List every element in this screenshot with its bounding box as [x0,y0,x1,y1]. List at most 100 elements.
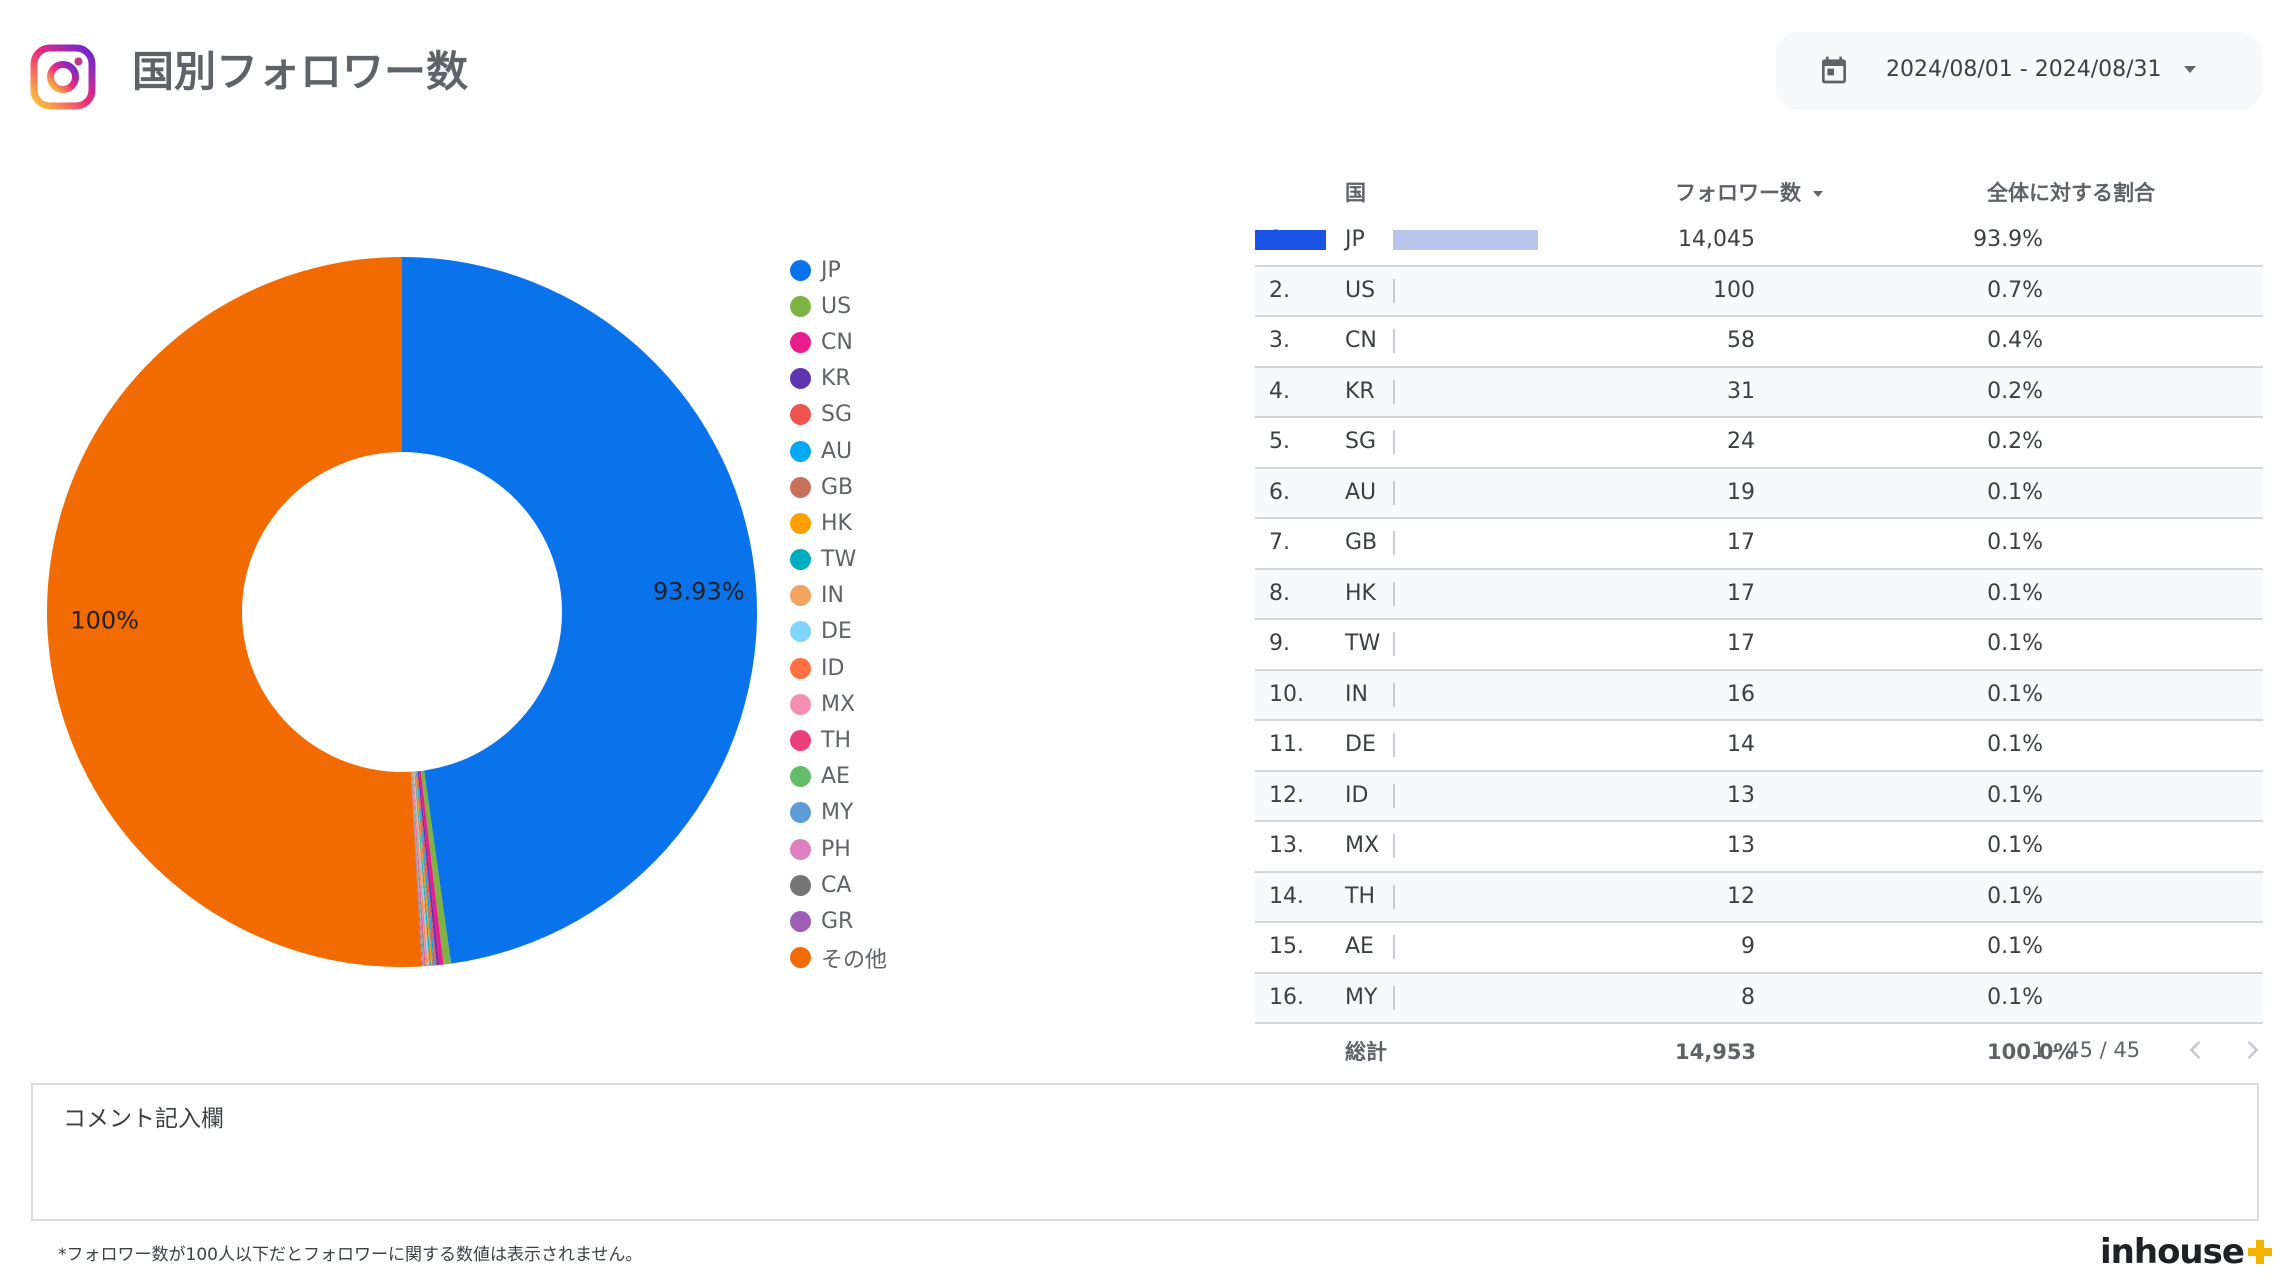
table-row[interactable]: 5. SG 24 0.2% [1255,418,2263,469]
legend-swatch [790,368,811,390]
legend-item[interactable]: ID [790,650,1030,686]
footnote: *フォロワー数が100人以下だとフォロワーに関する数値は表示されません。 [58,1245,643,1265]
legend-label: KR [821,366,851,392]
column-header-followers[interactable]: フォロワー数 [1675,170,1823,216]
row-share: 0.1% [1987,580,2043,606]
chevron-left-icon[interactable] [2182,1036,2210,1064]
share-bar [1393,783,1395,808]
table-row[interactable]: 11. DE 14 0.1% [1255,721,2263,772]
date-range-value: 2024/08/01 - 2024/08/31 [1886,57,2162,82]
table-row[interactable]: 1.JP14,04593.9% [1255,216,2263,267]
table-row[interactable]: 16. MY 8 0.1% [1255,973,2263,1024]
table-row[interactable]: 15. AE 9 0.1% [1255,923,2263,974]
row-followers: 17 [1727,631,1755,656]
row-index: 9. [1269,631,1290,656]
table-row[interactable]: 9. TW 17 0.1% [1255,620,2263,671]
row-followers: 14 [1727,732,1755,757]
legend-item[interactable]: MY [790,795,1030,831]
row-country: MX [1345,833,1380,858]
donut-slice-JP[interactable] [402,257,757,964]
table-row[interactable]: 13. MX 13 0.1% [1255,822,2263,873]
row-country: JP [1345,227,1365,252]
legend-swatch [790,440,811,462]
row-share: 0.1% [1987,883,2043,909]
totals-followers: 14,953 [1675,1040,1757,1064]
legend-item[interactable]: GB [790,469,1030,505]
row-followers: 8 [1741,984,1755,1010]
legend-item[interactable]: GR [790,903,1030,939]
comment-box[interactable]: コメント記入欄 [31,1083,2259,1221]
row-share: 0.1% [1987,479,2043,505]
legend-item[interactable]: TW [790,542,1030,578]
legend-item[interactable]: AU [790,433,1030,469]
legend-swatch [790,295,811,317]
legend-item[interactable]: IN [790,578,1030,614]
share-bar [1393,834,1395,858]
legend-swatch [790,874,811,896]
row-index: 7. [1269,530,1290,555]
row-index: 3. [1269,328,1290,353]
date-range-selector[interactable]: 2024/08/01 - 2024/08/31 [1776,32,2262,108]
legend-item[interactable]: JP [790,252,1030,288]
table-row[interactable]: 3. CN 58 0.4% [1255,317,2263,368]
legend-swatch [790,838,811,860]
legend-label: MX [821,691,856,717]
legend-item[interactable]: TH [790,722,1030,758]
legend-item[interactable]: KR [790,361,1030,397]
table-row[interactable]: 4. KR 31 0.2% [1255,367,2263,418]
row-share: 0.1% [1987,934,2043,959]
table-row[interactable]: 7. GB 17 0.1% [1255,519,2263,570]
table-body: 1.JP14,04593.9%2.US1000.7%3.CN580.4%4.KR… [1255,216,2263,1028]
table-row[interactable]: 2. US 100 0.7% [1255,266,2263,317]
row-share: 0.1% [1987,833,2043,858]
row-followers: 100 [1713,277,1755,303]
legend-item[interactable]: US [790,288,1030,324]
table-row[interactable]: 10. IN 16 0.1% [1255,670,2263,721]
legend-item[interactable]: CN [790,324,1030,360]
row-country: US [1345,277,1376,303]
table-row[interactable]: 12. ID 13 0.1% [1255,771,2263,822]
legend-label: その他 [821,947,888,973]
row-share: 93.9% [1973,227,2043,252]
legend-swatch [790,585,811,607]
legend-item[interactable]: その他 [790,940,1030,976]
column-header-share[interactable]: 全体に対する割合 [1987,170,2155,216]
share-bar [1393,379,1395,404]
legend-item[interactable]: HK [790,505,1030,541]
row-index: 6. [1269,479,1290,505]
inhouse-logo: inhouse [2100,1230,2274,1274]
row-country: SG [1345,429,1377,454]
table-row[interactable]: 14. TH 12 0.1% [1255,872,2263,923]
legend-item[interactable]: SG [790,397,1030,433]
legend-label: ID [821,655,845,681]
instagram-logo-icon [30,44,96,110]
legend-swatch [790,910,811,932]
row-share: 0.7% [1987,277,2043,303]
row-followers: 9 [1741,934,1755,959]
row-followers: 12 [1727,883,1755,909]
column-header-country[interactable]: 国 [1345,170,1366,216]
row-followers: 58 [1727,328,1755,353]
share-bar [1393,682,1395,707]
legend-label: TW [821,547,857,573]
row-share: 0.1% [1987,681,2043,707]
row-index: 16. [1269,984,1304,1010]
share-bar [1393,935,1395,959]
share-bar [1393,531,1395,555]
chart-legend: JP US CN KR SG AU GB HK TW IN DE ID MX TH AE MY PH CA GR その… [790,252,1030,976]
table-pagination: 1 - 45 / 45 [2032,1030,2266,1070]
row-share: 0.2% [1987,429,2043,454]
legend-swatch [790,730,811,752]
legend-label: PH [821,836,851,862]
legend-item[interactable]: DE [790,614,1030,650]
legend-item[interactable]: AE [790,759,1030,795]
table-header: 国 フォロワー数 全体に対する割合 [1255,170,2263,216]
chevron-right-icon[interactable] [2238,1036,2266,1064]
table-row[interactable]: 6. AU 19 0.1% [1255,468,2263,519]
country-followers-table: 国 フォロワー数 全体に対する割合 1.JP14,04593.9%2.US100… [1255,170,2263,1076]
legend-label: IN [821,583,844,609]
table-row[interactable]: 8. HK 17 0.1% [1255,569,2263,620]
legend-item[interactable]: MX [790,686,1030,722]
legend-item[interactable]: PH [790,831,1030,867]
legend-item[interactable]: CA [790,867,1030,903]
